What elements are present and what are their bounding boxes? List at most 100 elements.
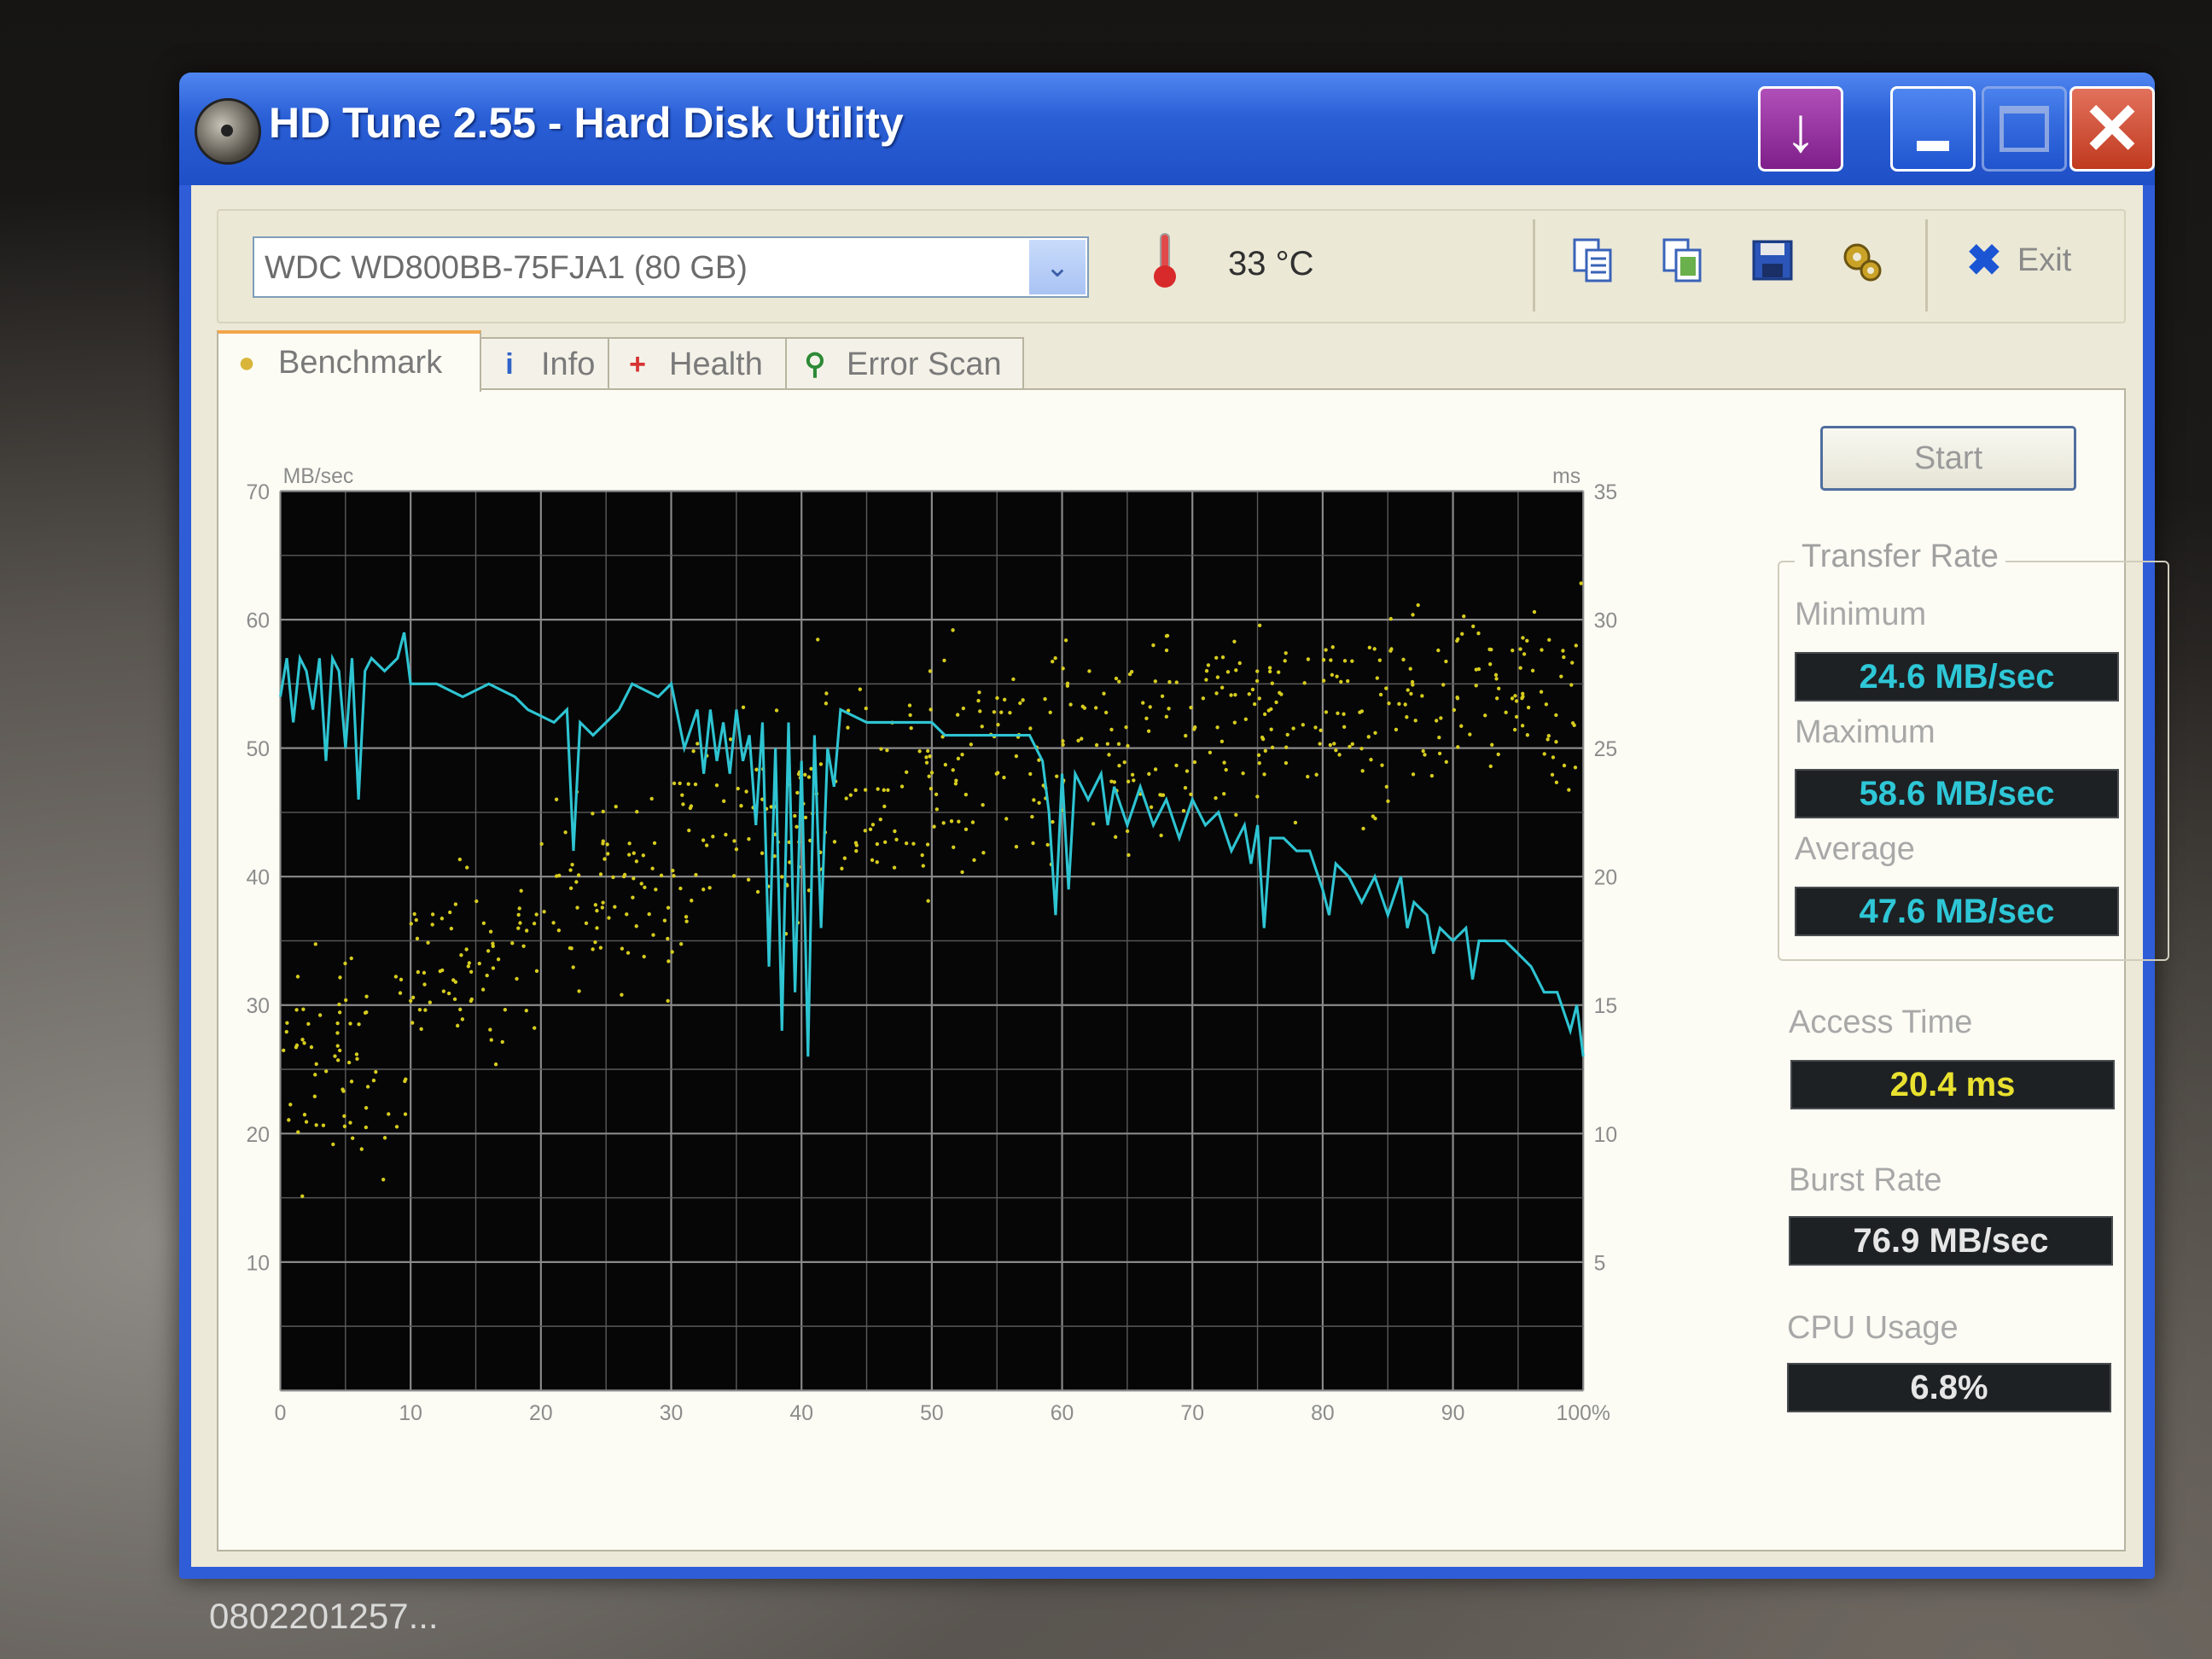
access-time-point <box>853 841 859 845</box>
tab-benchmark[interactable]: ● Benchmark <box>217 330 481 392</box>
y-right-tick-label: 30 <box>1594 608 1618 632</box>
download-button[interactable]: ↓ <box>1758 86 1843 172</box>
access-time-point <box>1181 808 1186 813</box>
exit-button[interactable]: ✖ Exit <box>1966 235 2094 286</box>
access-time-point <box>684 915 689 919</box>
access-time-point <box>304 1120 309 1124</box>
tab-health[interactable]: + Health <box>608 337 787 390</box>
access-time-point <box>1091 822 1096 826</box>
access-time-point <box>680 793 684 797</box>
access-time-point <box>780 875 784 879</box>
access-time-point <box>687 828 691 833</box>
access-time-point <box>635 809 639 814</box>
toolbar-separator <box>1925 219 1928 311</box>
access-time-point <box>284 1029 288 1034</box>
access-time-point <box>1377 658 1382 662</box>
access-time-point <box>1051 819 1055 824</box>
access-time-point <box>1061 739 1065 743</box>
save-icon[interactable] <box>1750 236 1795 284</box>
access-time-point <box>904 841 909 846</box>
access-time-point <box>1160 694 1165 698</box>
access-time-point <box>441 989 446 993</box>
access-time-point <box>899 784 905 789</box>
access-time-point <box>732 839 736 843</box>
access-time-point <box>354 1052 359 1057</box>
access-time-point <box>641 853 645 858</box>
access-time-point <box>1269 707 1273 712</box>
access-time-point <box>995 696 999 701</box>
access-time-point <box>1437 751 1442 756</box>
access-time-point <box>840 866 844 870</box>
options-icon[interactable] <box>1840 236 1884 284</box>
start-button[interactable]: Start <box>1820 426 2076 491</box>
access-time-point <box>613 905 617 909</box>
access-time-point <box>584 921 589 926</box>
exit-icon: ✖ <box>1966 236 2002 284</box>
access-time-point <box>430 912 435 917</box>
access-time-point <box>1397 701 1401 707</box>
access-time-point <box>1403 702 1407 707</box>
x-tick-label: 50 <box>920 1401 944 1425</box>
copy-text-icon[interactable] <box>1571 236 1615 284</box>
access-time-point <box>460 1017 465 1022</box>
chevron-down-icon[interactable]: ⌄ <box>1029 240 1086 294</box>
access-time-point <box>1031 841 1035 846</box>
access-time-point <box>976 698 981 703</box>
down-arrow-icon: ↓ <box>1784 93 1817 165</box>
access-time-point <box>355 1057 359 1062</box>
access-time-point <box>704 843 709 847</box>
access-time-point <box>1028 771 1033 777</box>
access-time-point <box>1567 788 1571 792</box>
access-time-point <box>601 809 605 814</box>
access-time-point <box>1132 778 1136 783</box>
minimize-button[interactable] <box>1890 86 1976 172</box>
access-time-point <box>1254 678 1260 684</box>
bulb-icon: ● <box>237 346 256 379</box>
access-time-point <box>1367 645 1372 650</box>
access-time-point <box>952 845 956 850</box>
access-time-point <box>1429 773 1435 778</box>
access-time-point <box>1452 707 1457 713</box>
maximize-button[interactable] <box>1982 86 2067 172</box>
access-time-point <box>1174 680 1179 684</box>
access-time-point <box>928 754 932 759</box>
access-time-point <box>337 1010 342 1015</box>
access-time-point <box>282 1048 286 1053</box>
access-time-point <box>1260 736 1266 742</box>
access-time-point <box>337 1002 341 1007</box>
access-time-point <box>294 1008 299 1012</box>
copy-screenshot-icon[interactable] <box>1661 236 1705 284</box>
access-time-point <box>632 876 636 881</box>
close-icon: ✕ <box>2081 89 2143 169</box>
access-time-value: 20.4 ms <box>1790 1060 2115 1109</box>
access-time-point <box>642 954 646 959</box>
access-time-point <box>1087 669 1091 673</box>
y-left-tick-label: 70 <box>247 480 271 504</box>
access-time-point <box>533 1026 537 1030</box>
access-time-point <box>955 713 960 717</box>
access-time-point <box>853 788 858 793</box>
access-time-point <box>671 869 675 873</box>
close-button[interactable]: ✕ <box>2069 86 2155 172</box>
access-time-point <box>1551 755 1556 760</box>
drive-select[interactable]: WDC WD800BB-75FJA1 (80 GB) ⌄ <box>253 236 1089 298</box>
access-time-point <box>691 748 696 754</box>
access-time-point <box>1518 647 1522 651</box>
access-time-point <box>374 1069 378 1074</box>
title-bar[interactable]: HD Tune 2.55 - Hard Disk Utility ↓ ✕ <box>179 73 2155 185</box>
access-time-point <box>1283 659 1287 663</box>
tab-error-scan[interactable]: ⚲ Error Scan <box>785 337 1024 390</box>
hdtune-app-icon[interactable] <box>195 98 261 165</box>
access-time-point <box>412 911 416 917</box>
access-time-point <box>1284 651 1288 655</box>
access-time-point <box>707 886 712 890</box>
tab-info[interactable]: i Info <box>480 337 609 390</box>
access-time-point <box>1388 616 1393 621</box>
access-time-point <box>313 942 317 946</box>
x-tick-label: 20 <box>529 1401 553 1425</box>
access-time-point <box>1476 631 1481 636</box>
access-time-point <box>686 782 690 786</box>
access-time-point <box>1065 684 1070 688</box>
access-time-point <box>438 969 442 974</box>
access-time-point <box>1546 734 1551 738</box>
